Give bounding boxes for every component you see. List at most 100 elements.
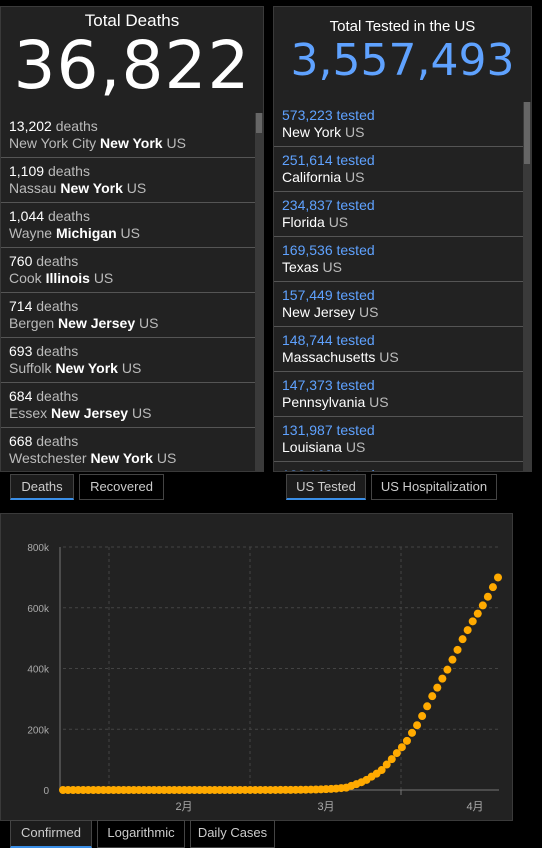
state-name: New Jersey <box>282 304 356 320</box>
data-point <box>408 728 417 737</box>
unit-label: tested <box>336 197 375 213</box>
unit-label: tested <box>336 287 375 303</box>
tested-list[interactable]: 573,223 tested New York US 251,614 tested… <box>274 102 523 471</box>
state-name: Massachusetts <box>282 349 376 365</box>
unit-label: tested <box>336 152 375 168</box>
state-name: Texas <box>282 259 319 275</box>
country-name: US <box>120 225 140 241</box>
data-point <box>402 736 411 745</box>
data-point <box>413 721 422 730</box>
state-name: Michigan <box>55 225 117 241</box>
deaths-list[interactable]: 13,202 deaths New York City New York US 1… <box>1 113 255 471</box>
tested-count: 147,373 <box>282 377 333 393</box>
country-name: US <box>139 315 159 331</box>
list-item[interactable]: 147,373 tested Pennsylvania US <box>274 372 523 417</box>
country-name: US <box>121 360 142 376</box>
data-point <box>418 712 427 721</box>
data-point <box>428 692 437 701</box>
list-item[interactable]: 234,837 tested Florida US <box>274 192 523 237</box>
list-item[interactable]: 668 deaths Westchester New York US <box>1 428 255 471</box>
state-name: Florida <box>282 214 325 230</box>
y-tick-label: 400k <box>27 665 50 676</box>
list-item[interactable]: 684 deaths Essex New Jersey US <box>1 383 255 428</box>
tab-us-hospitalization[interactable]: US Hospitalization <box>371 474 497 500</box>
data-point <box>458 635 467 644</box>
state-name: New York <box>90 450 153 466</box>
unit-label: tested <box>336 422 375 438</box>
list-item[interactable]: 1,044 deaths Wayne Michigan US <box>1 203 255 248</box>
list-item[interactable]: 251,614 tested California US <box>274 147 523 192</box>
unit-label: tested <box>336 332 375 348</box>
country-name: US <box>379 349 399 365</box>
tested-count: 130,162 <box>282 467 333 471</box>
unit-label: deaths <box>36 433 79 449</box>
tested-count: 251,614 <box>282 152 333 168</box>
county-name: Nassau <box>9 180 57 196</box>
data-point <box>448 655 457 664</box>
unit-label: deaths <box>36 388 79 404</box>
scrollbar[interactable] <box>255 113 263 471</box>
scroll-thumb[interactable] <box>524 102 530 164</box>
list-item[interactable]: 714 deaths Bergen New Jersey US <box>1 293 255 338</box>
data-point <box>397 743 406 752</box>
total-deaths-panel: Total Deaths 36,822 13,202 deaths New Yo… <box>0 6 264 472</box>
death-count: 760 <box>9 253 33 269</box>
total-tested-panel: Total Tested in the US 3,557,493 573,223… <box>273 6 532 472</box>
tab-recovered[interactable]: Recovered <box>79 474 164 500</box>
unit-label: tested <box>336 107 375 123</box>
death-count: 668 <box>9 433 33 449</box>
tab-logarithmic[interactable]: Logarithmic <box>97 820 185 848</box>
x-tick-label: 4月 <box>466 801 483 813</box>
tested-count: 234,837 <box>282 197 333 213</box>
scroll-thumb[interactable] <box>256 113 262 133</box>
list-item[interactable]: 148,744 tested Massachusetts US <box>274 327 523 372</box>
death-count: 1,109 <box>9 163 45 179</box>
list-item[interactable]: 760 deaths Cook Illinois US <box>1 248 255 293</box>
y-tick-label: 0 <box>43 786 49 797</box>
county-name: Bergen <box>9 315 55 331</box>
list-item[interactable]: 130,162 tested <box>274 462 523 471</box>
country-name: US <box>166 135 186 151</box>
state-name: New York <box>60 180 123 196</box>
data-point <box>453 645 462 654</box>
total-tested-value: 3,557,493 <box>290 35 515 86</box>
unit-label: deaths <box>55 118 98 134</box>
data-point <box>443 665 452 674</box>
x-tick-label: 3月 <box>317 801 334 813</box>
list-item[interactable]: 1,109 deaths Nassau New York US <box>1 158 255 203</box>
data-point <box>463 626 472 635</box>
death-count: 693 <box>9 343 33 359</box>
unit-label: tested <box>336 242 375 258</box>
list-item[interactable]: 13,202 deaths New York City New York US <box>1 113 255 158</box>
data-point <box>433 683 442 692</box>
unit-label: deaths <box>47 208 90 224</box>
list-item[interactable]: 169,536 tested Texas US <box>274 237 523 282</box>
x-tick-label: 2月 <box>175 801 192 813</box>
scrollbar[interactable] <box>523 102 531 471</box>
tab-daily-cases[interactable]: Daily Cases <box>190 820 275 848</box>
state-name: New Jersey <box>51 405 129 421</box>
tested-count: 169,536 <box>282 242 333 258</box>
list-item[interactable]: 693 deaths Suffolk New York US <box>1 338 255 383</box>
unit-label: deaths <box>47 163 90 179</box>
country-name: US <box>345 124 365 140</box>
unit-label: deaths <box>36 253 79 269</box>
confirmed-chart: 0 200k 400k 600k 800k 2月 3月 4月 <box>27 543 502 813</box>
list-item[interactable]: 573,223 tested New York US <box>274 102 523 147</box>
y-tick-label: 800k <box>27 543 50 554</box>
list-item[interactable]: 131,987 tested Louisiana US <box>274 417 523 462</box>
state-name: New York <box>100 135 163 151</box>
county-name: Westchester <box>9 450 87 466</box>
county-name: Essex <box>9 405 48 421</box>
death-count: 1,044 <box>9 208 45 224</box>
county-name: Wayne <box>9 225 53 241</box>
county-name: Cook <box>9 270 42 286</box>
tab-us-tested[interactable]: US Tested <box>286 474 366 500</box>
list-item[interactable]: 157,449 tested New Jersey US <box>274 282 523 327</box>
data-point <box>494 573 502 582</box>
county-name: Suffolk <box>9 360 52 376</box>
country-name: US <box>156 450 177 466</box>
tab-deaths[interactable]: Deaths <box>10 474 74 500</box>
death-count: 13,202 <box>9 118 52 134</box>
tab-confirmed[interactable]: Confirmed <box>10 820 92 848</box>
